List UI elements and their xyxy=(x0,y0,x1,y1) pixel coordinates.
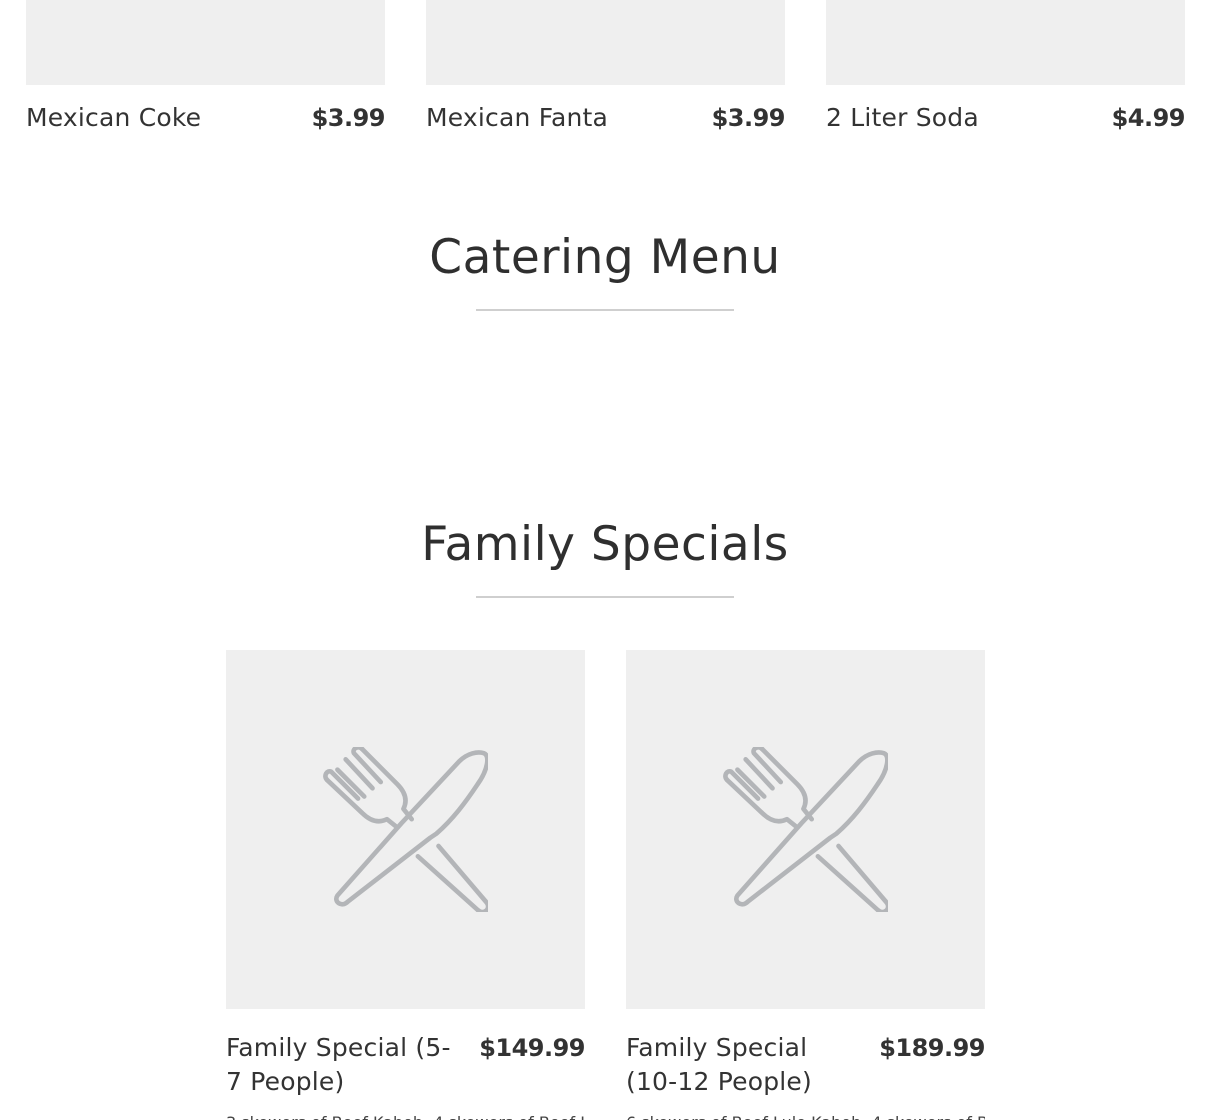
item-name: Mexican Fanta xyxy=(426,103,609,132)
item-description: 3 skewers of Beef Kabob, 4 skewers of Be… xyxy=(226,1111,585,1120)
item-price: $189.99 xyxy=(879,1034,985,1062)
menu-item-card[interactable]: Family Special (10-12 People) $189.99 6 … xyxy=(626,650,985,1120)
catering-menu-heading: Catering Menu xyxy=(429,230,781,285)
item-image-placeholder xyxy=(626,650,985,1009)
menu-item-card[interactable]: 2 Liter Soda $4.99 xyxy=(826,0,1186,135)
menu-page: Mexican Coke $3.99 Mexican Fanta $3.99 2… xyxy=(0,0,1230,1120)
menu-item-card[interactable]: Family Special (5-7 People) $149.99 3 sk… xyxy=(226,650,585,1120)
item-name: Family Special (10-12 People) xyxy=(626,1033,812,1096)
fork-knife-icon xyxy=(323,747,488,912)
item-price: $149.99 xyxy=(479,1034,585,1062)
item-image-placeholder xyxy=(426,0,785,85)
menu-item-card[interactable]: Mexican Fanta $3.99 xyxy=(426,0,786,135)
section-divider xyxy=(476,596,734,598)
fork-knife-icon xyxy=(723,747,888,912)
family-specials-heading: Family Specials xyxy=(421,517,789,572)
item-price: $3.99 xyxy=(311,104,386,132)
item-name: Mexican Coke xyxy=(26,103,202,132)
section-divider xyxy=(476,309,734,311)
item-image-placeholder xyxy=(826,0,1185,85)
item-price: $4.99 xyxy=(1111,104,1186,132)
item-description: 6 skewers of Beef Lule Kabob, 4 skewers … xyxy=(626,1111,985,1120)
menu-item-card[interactable]: Mexican Coke $3.99 xyxy=(26,0,386,135)
item-image-placeholder xyxy=(226,650,585,1009)
item-image-placeholder xyxy=(26,0,385,85)
item-price: $3.99 xyxy=(711,104,786,132)
item-name: Family Special (5-7 People) xyxy=(226,1033,451,1096)
item-name: 2 Liter Soda xyxy=(826,103,979,132)
